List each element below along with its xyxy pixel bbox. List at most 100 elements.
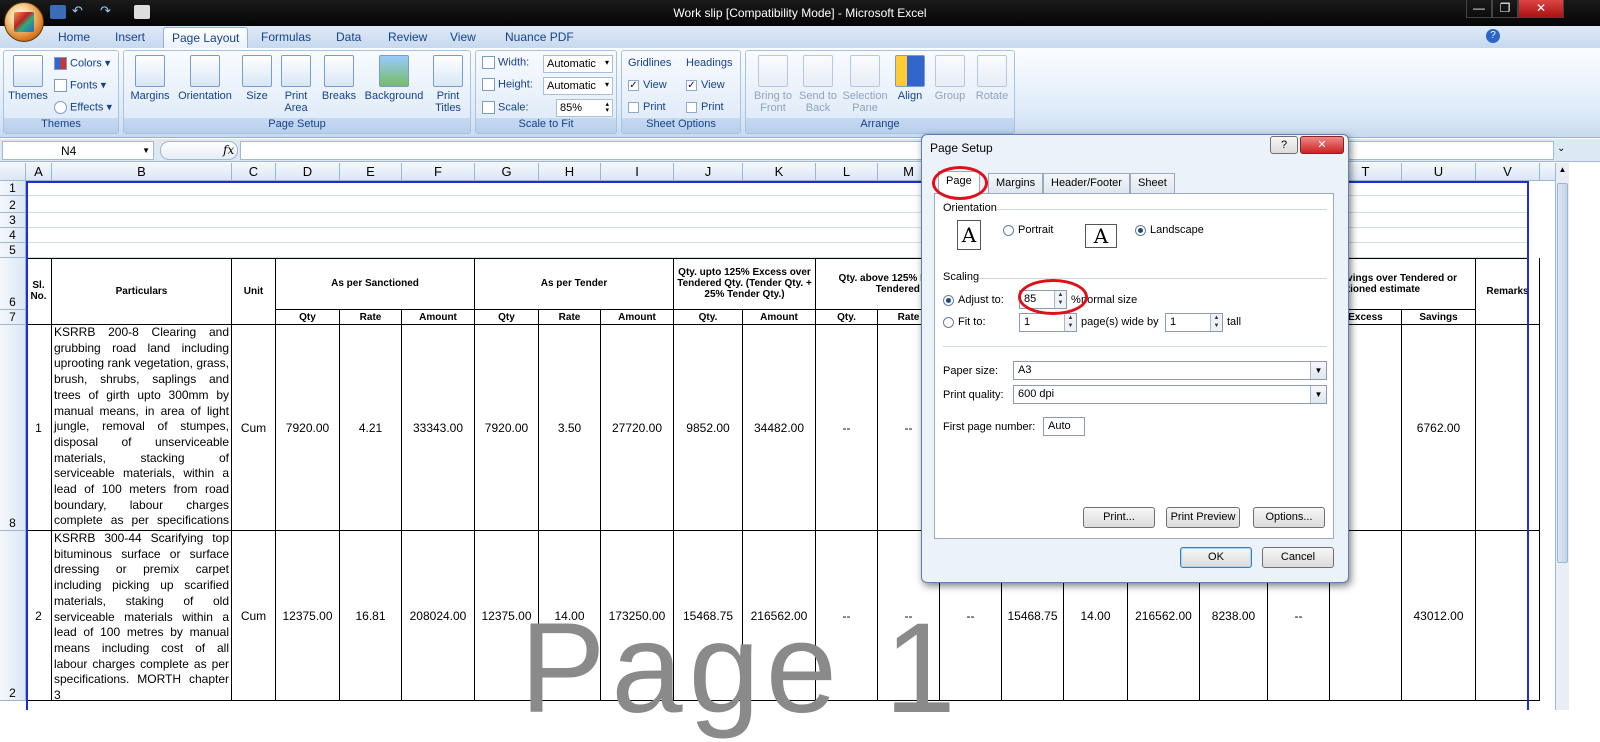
- name-box[interactable]: N4 ▼: [2, 141, 154, 160]
- adjust-to-radio[interactable]: Adjust to:: [943, 294, 1004, 306]
- row-header[interactable]: 3: [0, 213, 26, 228]
- width-select[interactable]: Automatic ▾: [543, 55, 613, 73]
- tab-formulas[interactable]: Formulas: [261, 30, 311, 44]
- paper-size-select[interactable]: A3 ▼: [1013, 361, 1327, 380]
- column-header-v[interactable]: V: [1476, 163, 1540, 181]
- first-page-number-input[interactable]: Auto: [1043, 417, 1085, 436]
- tab-data[interactable]: Data: [336, 30, 361, 44]
- portrait-radio[interactable]: Portrait: [1003, 224, 1053, 236]
- margins-button[interactable]: Margins: [128, 55, 172, 102]
- rate-cell[interactable]: 3.50: [539, 325, 601, 531]
- amount-cell[interactable]: 173250.00: [601, 531, 674, 701]
- amount-cell[interactable]: 27720.00: [601, 325, 674, 531]
- orientation-button[interactable]: Orientation: [174, 55, 236, 102]
- tab-header-footer[interactable]: Header/Footer: [1043, 173, 1130, 193]
- column-header-d[interactable]: D: [276, 163, 340, 181]
- themes-button[interactable]: Themes: [7, 55, 49, 102]
- align-button[interactable]: Align: [892, 55, 928, 102]
- tab-insert[interactable]: Insert: [115, 30, 145, 44]
- selection-pane-button[interactable]: Selection Pane: [840, 55, 890, 114]
- undo-icon[interactable]: ↶: [72, 4, 88, 19]
- print-preview-button[interactable]: Print Preview: [1166, 507, 1240, 528]
- office-button[interactable]: [4, 2, 44, 42]
- column-header-b[interactable]: B: [52, 163, 232, 181]
- savings-cell[interactable]: 6762.00: [1402, 325, 1476, 531]
- header-sl-no[interactable]: Sl. No.: [26, 258, 52, 325]
- print-preview-quick-icon[interactable]: [134, 5, 150, 19]
- tab-review[interactable]: Review: [388, 30, 427, 44]
- dropdown-arrow-icon[interactable]: ▼: [1310, 386, 1326, 403]
- sl-no-cell[interactable]: 1: [26, 325, 52, 531]
- tall-spinner[interactable]: 1 ▲ ▼: [1165, 313, 1223, 332]
- tab-page-layout[interactable]: Page Layout: [163, 27, 249, 48]
- ok-button[interactable]: OK: [1180, 547, 1252, 568]
- formula-input[interactable]: [240, 141, 1554, 160]
- rate-cell[interactable]: 4.21: [340, 325, 402, 531]
- qty-cell[interactable]: 12375.00: [276, 531, 340, 701]
- column-header-g[interactable]: G: [475, 163, 539, 181]
- qty-cell[interactable]: 7920.00: [475, 325, 539, 531]
- headings-print-checkbox[interactable]: Print: [686, 101, 724, 113]
- vertical-scrollbar[interactable]: ▲: [1555, 163, 1569, 710]
- header-qty-upto-125[interactable]: Qty. upto 125% Excess over Tendered Qty.…: [674, 258, 816, 310]
- help-icon[interactable]: ?: [1270, 136, 1298, 154]
- header-remarks[interactable]: Remarks: [1476, 258, 1540, 325]
- headings-view-checkbox[interactable]: ✓ View: [686, 79, 725, 91]
- column-header-l[interactable]: L: [816, 163, 878, 181]
- size-button[interactable]: Size: [241, 55, 273, 102]
- scale-spinner[interactable]: 85% ▴ ▾: [556, 99, 613, 117]
- redo-icon[interactable]: ↷: [100, 4, 116, 19]
- print-titles-button[interactable]: Print Titles: [428, 55, 468, 114]
- tab-nuance-pdf[interactable]: Nuance PDF: [505, 30, 574, 44]
- tab-view[interactable]: View: [450, 30, 476, 44]
- save-icon[interactable]: [50, 5, 66, 19]
- column-header-u[interactable]: U: [1402, 163, 1476, 181]
- pages-wide-spinner[interactable]: 1 ▲ ▼: [1019, 313, 1077, 332]
- remarks-cell[interactable]: [1476, 531, 1540, 701]
- expand-formula-bar-icon[interactable]: ⌄: [1557, 143, 1565, 154]
- row-header[interactable]: 8: [0, 325, 26, 531]
- column-header-f[interactable]: F: [402, 163, 475, 181]
- header-particulars[interactable]: Particulars: [52, 258, 232, 325]
- bring-to-front-button[interactable]: Bring to Front: [750, 55, 796, 114]
- remarks-cell[interactable]: [1476, 325, 1540, 531]
- header-unit[interactable]: Unit: [232, 258, 276, 325]
- subheader-cell[interactable]: Savings: [1402, 310, 1476, 325]
- effects-button[interactable]: Effects ▾: [54, 101, 112, 114]
- amount-cell[interactable]: 216562.00: [743, 531, 816, 701]
- landscape-radio[interactable]: Landscape: [1135, 224, 1204, 236]
- column-header-i[interactable]: I: [601, 163, 674, 181]
- print-button[interactable]: Print...: [1083, 507, 1155, 528]
- row-header[interactable]: 5: [0, 243, 26, 258]
- spinner-arrows-icon[interactable]: ▲ ▼: [1064, 314, 1076, 331]
- tab-home[interactable]: Home: [58, 30, 90, 44]
- tab-sheet[interactable]: Sheet: [1130, 173, 1175, 193]
- qty-cell[interactable]: 9852.00: [674, 325, 743, 531]
- sl-no-cell[interactable]: 2: [26, 531, 52, 701]
- column-header-k[interactable]: K: [743, 163, 816, 181]
- subheader-cell[interactable]: Rate: [539, 310, 601, 325]
- row-header[interactable]: 7: [0, 310, 26, 325]
- tab-margins[interactable]: Margins: [988, 173, 1044, 193]
- minimize-icon[interactable]: —: [1466, 0, 1492, 18]
- colors-button[interactable]: Colors ▾: [54, 57, 110, 70]
- insert-function-icon[interactable]: fx: [160, 141, 238, 160]
- amount-cell[interactable]: 208024.00: [402, 531, 475, 701]
- options-button[interactable]: Options...: [1253, 507, 1325, 528]
- column-header-c[interactable]: C: [232, 163, 276, 181]
- column-header-h[interactable]: H: [539, 163, 601, 181]
- gridlines-print-checkbox[interactable]: Print: [628, 101, 666, 113]
- row-header[interactable]: 1: [0, 181, 26, 196]
- particulars-cell[interactable]: KSRRB 200-8 Clearing and grubbing road l…: [52, 325, 232, 531]
- savings-cell[interactable]: 43012.00: [1402, 531, 1476, 701]
- subheader-cell[interactable]: Amount: [601, 310, 674, 325]
- column-header-j[interactable]: J: [674, 163, 743, 181]
- column-header-a[interactable]: A: [26, 163, 52, 181]
- select-all-corner[interactable]: [0, 163, 26, 181]
- qty-cell[interactable]: --: [816, 531, 878, 701]
- close-icon[interactable]: ✕: [1300, 136, 1344, 154]
- subheader-cell[interactable]: Amount: [743, 310, 816, 325]
- header-as-per-tender[interactable]: As per Tender: [475, 258, 674, 310]
- rotate-button[interactable]: Rotate: [972, 55, 1012, 102]
- subheader-cell[interactable]: Qty.: [816, 310, 878, 325]
